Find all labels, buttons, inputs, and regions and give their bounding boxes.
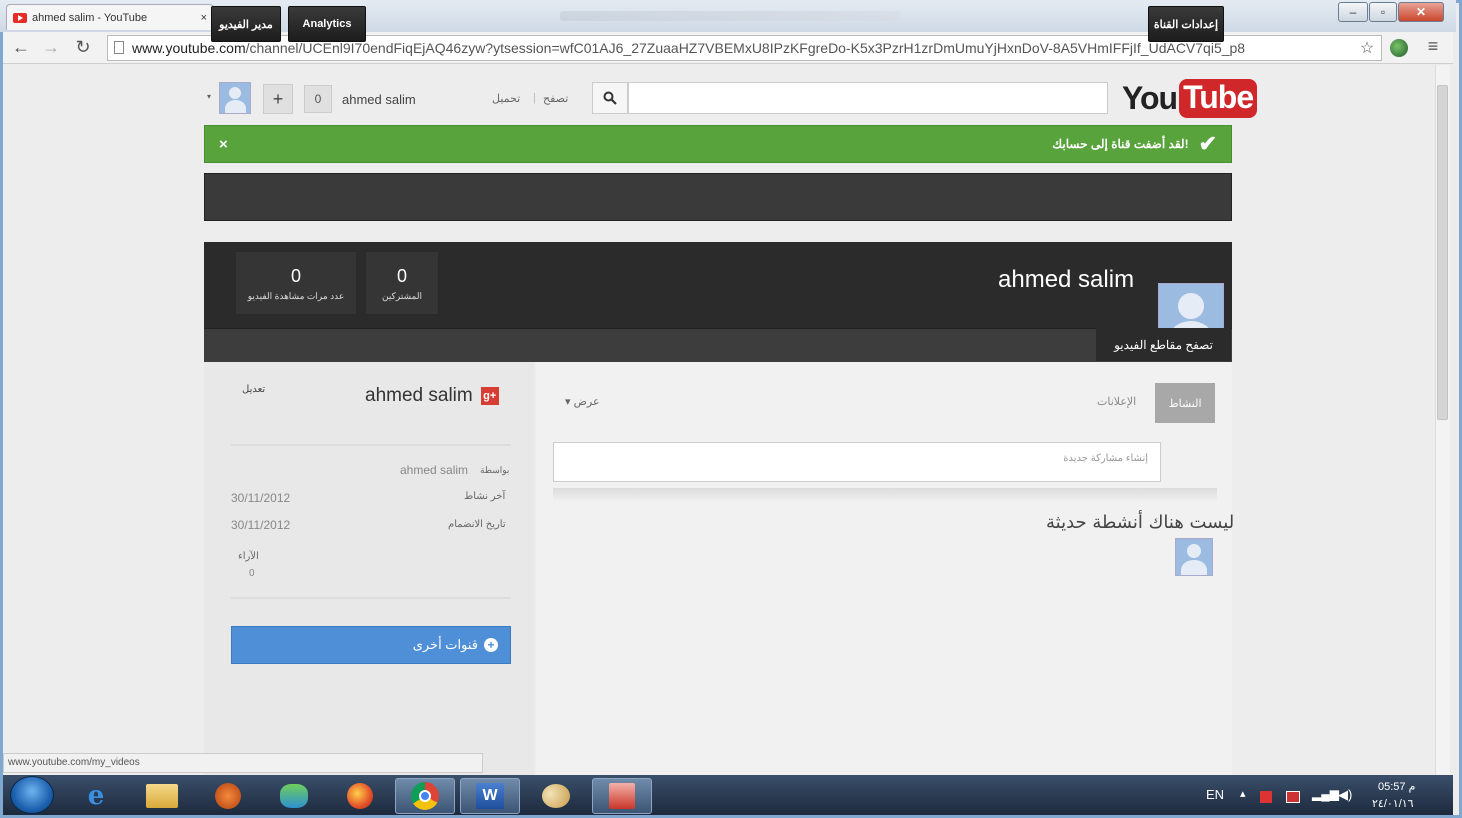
last-activity-value: 30/11/2012	[231, 491, 291, 505]
feed-divider	[553, 488, 1217, 502]
clock-time[interactable]: 05:57 م	[1378, 780, 1415, 793]
joined-value: 30/11/2012	[231, 518, 291, 532]
more-channels-button[interactable]: قنوات أخرى +	[231, 626, 511, 664]
gplus-name: ahmed salim	[365, 385, 473, 406]
media-player-icon[interactable]	[198, 778, 258, 814]
activity-feed	[536, 362, 1232, 775]
chrome-icon[interactable]	[395, 778, 455, 814]
by-value: ahmed salim	[400, 463, 469, 477]
blurred-window-title	[560, 11, 900, 21]
maximize-button[interactable]: ▫	[1369, 2, 1397, 22]
channel-dashboard-bar	[204, 173, 1232, 221]
url-host: www.youtube.com	[132, 40, 246, 56]
empty-activity-message: ليست هناك أنشطة حديثة	[1046, 512, 1235, 533]
url-path: /channel/UCEnl9I70endFiqEjAQ46zyw?ytsess…	[245, 40, 1246, 56]
page-icon	[114, 41, 124, 54]
tray-app-icon[interactable]	[1260, 791, 1272, 803]
file-explorer-icon[interactable]	[132, 778, 192, 814]
by-label: بواسطة	[480, 465, 510, 475]
more-channels-label: قنوات أخرى	[412, 637, 478, 652]
subscribers-count: 0	[396, 266, 407, 286]
tab-close-icon[interactable]: ×	[201, 12, 207, 24]
view-dropdown-label: عرض	[573, 396, 600, 408]
status-url: www.youtube.com/my_videos	[3, 753, 483, 773]
forward-button[interactable]: →	[39, 37, 63, 58]
plus-circle-icon: +	[484, 638, 498, 652]
views-label-left: الآراء	[238, 551, 259, 562]
start-button[interactable]	[10, 776, 54, 814]
minimize-button[interactable]: –	[1338, 2, 1368, 22]
video-manager-button[interactable]: مدير الفيديو	[211, 6, 281, 42]
analytics-button[interactable]: Analytics	[288, 6, 366, 42]
pdf-icon[interactable]	[592, 778, 652, 814]
view-dropdown[interactable]: ▾ عرض	[565, 395, 600, 408]
logo-you: You	[1122, 79, 1178, 116]
channel-name: ahmed salim	[998, 266, 1135, 293]
tab-title: ahmed salim - YouTube	[32, 11, 148, 24]
joined-label: تاريخ الانضمام	[448, 519, 506, 530]
new-post-input[interactable]: إنشاء مشاركة جديدة	[553, 442, 1161, 482]
header-username[interactable]: ahmed salim	[342, 92, 416, 107]
bookmark-star-icon[interactable]: ☆	[1355, 38, 1379, 58]
youtube-favicon-icon	[13, 12, 27, 23]
divider	[231, 444, 511, 446]
tray-expand-icon[interactable]: ▴	[1240, 787, 1246, 800]
messenger-icon[interactable]	[264, 778, 324, 814]
subscribers-label: المشتركين	[381, 291, 422, 301]
views-count: 0	[290, 266, 301, 286]
success-banner: × لقد أضفت قناة إلى حسابك! ✔	[204, 125, 1232, 163]
gplus-profile[interactable]: ahmed salim g+	[365, 385, 499, 407]
search-input[interactable]	[628, 82, 1108, 114]
paint-icon[interactable]	[526, 778, 586, 814]
back-button[interactable]: ←	[9, 37, 33, 58]
internet-explorer-icon[interactable]: e	[66, 778, 126, 814]
divider	[231, 597, 511, 599]
search-icon	[603, 91, 617, 105]
clock-date[interactable]: ٢٤/٠١/١٦	[1372, 797, 1414, 810]
tab-activity[interactable]: النشاط	[1155, 383, 1215, 423]
volume-icon[interactable]: ◀)	[1338, 787, 1352, 803]
google-plus-icon: g+	[480, 387, 499, 405]
language-indicator[interactable]: EN	[1206, 787, 1224, 802]
tab-posts[interactable]: الإعلانات	[1097, 395, 1136, 408]
user-avatar[interactable]	[219, 82, 251, 114]
browse-videos-tab[interactable]: تصفح مقاطع الفيديو	[1096, 328, 1231, 361]
window-close-button[interactable]: ✕	[1398, 2, 1444, 22]
search-button[interactable]	[592, 82, 628, 114]
views-stat: 0 عدد مرات مشاهدة الفيديو	[235, 251, 357, 315]
scrollbar-thumb[interactable]	[1437, 85, 1448, 420]
views-value: 0	[249, 568, 255, 579]
views-label: عدد مرات مشاهدة الفيديو	[247, 291, 345, 301]
youtube-logo[interactable]: You Tube	[1122, 78, 1258, 118]
user-box[interactable]: 0 ahmed salim	[304, 84, 416, 114]
logo-tube: Tube	[1179, 78, 1258, 118]
check-icon: ✔	[1198, 131, 1217, 156]
chevron-down-icon[interactable]: ▾	[207, 92, 211, 101]
upload-link[interactable]: تحميل	[492, 92, 520, 105]
chevron-down-icon: ▾	[565, 396, 571, 408]
notification-count[interactable]: 0	[304, 85, 332, 113]
browser-tab[interactable]: ahmed salim - YouTube ×	[6, 4, 214, 30]
reload-button[interactable]: ↻	[71, 37, 95, 58]
action-center-icon[interactable]	[1286, 791, 1300, 803]
menu-icon[interactable]: ≡	[1421, 36, 1445, 57]
extension-globe-icon[interactable]	[1390, 39, 1408, 57]
channel-nav-bar	[204, 328, 1232, 362]
network-icon[interactable]: ▂▄▆	[1312, 787, 1339, 801]
edit-link[interactable]: تعديل	[242, 384, 265, 395]
link-separator: |	[533, 92, 536, 104]
banner-message: لقد أضفت قناة إلى حسابك!	[1052, 137, 1189, 151]
subscribers-stat: 0 المشتركين	[365, 251, 439, 315]
channel-settings-button[interactable]: إعدادات القناة	[1148, 6, 1224, 42]
firefox-icon[interactable]	[330, 778, 390, 814]
post-avatar	[1175, 538, 1213, 576]
browse-link[interactable]: تصفح	[543, 92, 568, 105]
word-icon[interactable]: W	[460, 778, 520, 814]
banner-close-icon[interactable]: ×	[219, 136, 228, 153]
add-button[interactable]: +	[263, 84, 293, 114]
last-activity-label: آخر نشاط	[464, 491, 506, 502]
